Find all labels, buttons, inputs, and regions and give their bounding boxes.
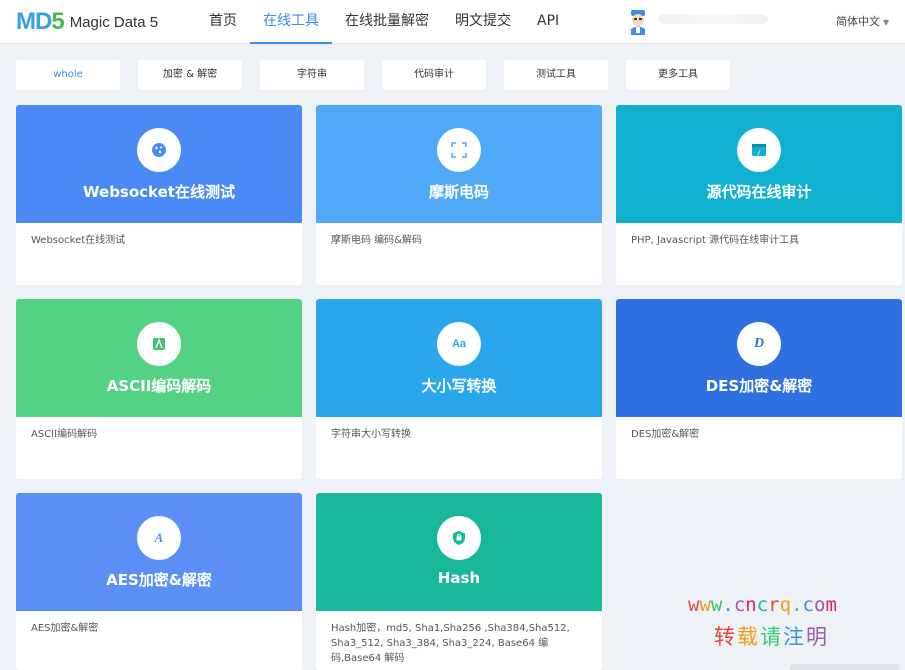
- tool-card-des[interactable]: D DES加密&解密 DES加密&解密: [616, 299, 902, 479]
- scan-icon: [437, 128, 481, 172]
- des-icon: D: [737, 322, 781, 366]
- logo-mark: MD5: [16, 8, 65, 35]
- filter-whole[interactable]: whole: [16, 60, 120, 90]
- watermark-char: w: [710, 594, 723, 616]
- filter-string[interactable]: 字符串: [260, 60, 364, 90]
- card-header: A AES加密&解密: [16, 493, 302, 611]
- tool-card-morse[interactable]: 摩斯电码 摩斯电码 编码&解码: [316, 105, 602, 285]
- watermark-char: c: [756, 594, 769, 616]
- tool-card-aes[interactable]: A AES加密&解密 AES加密&解密: [16, 493, 302, 670]
- shield-icon: [437, 516, 481, 560]
- watermark-char: w: [699, 594, 711, 616]
- nav-plaintext-submit[interactable]: 明文提交: [442, 0, 524, 44]
- username-redacted: [658, 14, 768, 24]
- card-header: Hash: [316, 493, 602, 611]
- filter-more-tools[interactable]: 更多工具: [626, 60, 730, 90]
- filter-test-tools[interactable]: 测试工具: [504, 60, 608, 90]
- filter-code-audit[interactable]: 代码审计: [382, 60, 486, 90]
- tool-card-hash[interactable]: Hash Hash加密，md5, Sha1,Sha256 ,Sha384,Sha…: [316, 493, 602, 670]
- card-header: 摩斯电码: [316, 105, 602, 223]
- watermark-char: c: [802, 594, 814, 616]
- card-description: PHP, Javascript 源代码在线审计工具: [631, 235, 800, 246]
- watermark-char: 载: [737, 625, 760, 649]
- card-description: Websocket在线测试: [31, 235, 126, 246]
- card-description: AES加密&解密: [31, 623, 99, 634]
- nav-api[interactable]: API: [524, 0, 572, 44]
- watermark-char: r: [768, 594, 780, 616]
- logo-text: Magic Data 5: [69, 13, 159, 31]
- card-header: Websocket在线测试: [16, 105, 302, 223]
- card-description: 字符串大小写转换: [331, 429, 411, 440]
- watermark-char: .: [722, 594, 734, 616]
- tool-card-case-convert[interactable]: Aa 大小写转换 字符串大小写转换: [316, 299, 602, 479]
- card-title: 源代码在线审计: [706, 183, 812, 201]
- card-title: DES加密&解密: [705, 377, 813, 395]
- tool-card-ascii[interactable]: ASCII编码解码 ASCII编码解码: [16, 299, 302, 479]
- bottom-blurred-text: [790, 664, 900, 670]
- watermark-char: m: [825, 594, 837, 616]
- card-description: ASCII编码解码: [31, 429, 98, 440]
- nav-online-tools[interactable]: 在线工具: [250, 0, 332, 44]
- language-selector[interactable]: 简体中文 ▼: [836, 13, 889, 29]
- caret-down-icon: ▼: [883, 18, 890, 27]
- watermark-char: w: [688, 594, 700, 616]
- card-description: 摩斯电码 编码&解码: [331, 235, 422, 246]
- watermark-char: .: [791, 594, 803, 616]
- card-header: Aa 大小写转换: [316, 299, 602, 417]
- cookie-icon: [137, 128, 181, 172]
- tool-card-source-audit[interactable]: / 源代码在线审计 PHP, Javascript 源代码在线审计工具: [616, 105, 902, 285]
- card-description: Hash加密，md5, Sha1,Sha256 ,Sha384,Sha512, …: [331, 623, 570, 664]
- watermark-char: 转: [714, 625, 737, 649]
- svg-text:/: /: [757, 150, 761, 157]
- watermark-char: 请: [760, 625, 783, 649]
- watermark-char: o: [813, 594, 826, 616]
- card-title: 摩斯电码: [428, 183, 489, 201]
- card-header: D DES加密&解密: [616, 299, 902, 417]
- card-title: Hash: [437, 569, 481, 587]
- filter-encrypt-decrypt[interactable]: 加密 & 解密: [138, 60, 242, 90]
- card-title: ASCII编码解码: [106, 377, 212, 395]
- aes-icon: A: [137, 516, 181, 560]
- card-header: / 源代码在线审计: [616, 105, 902, 223]
- ascii-icon: [137, 322, 181, 366]
- watermark-char: c: [733, 594, 746, 616]
- watermark-char: q: [779, 594, 792, 616]
- nav-home[interactable]: 首页: [196, 0, 250, 44]
- site-logo[interactable]: MD5 Magic Data 5: [16, 8, 158, 36]
- card-header: ASCII编码解码: [16, 299, 302, 417]
- top-navigation-bar: MD5 Magic Data 5 首页 在线工具 在线批量解密 明文提交 API…: [0, 0, 905, 44]
- watermark-char: 明: [806, 625, 829, 649]
- nav-batch-decrypt[interactable]: 在线批量解密: [332, 0, 442, 44]
- language-label: 简体中文: [836, 15, 880, 28]
- tool-card-websocket[interactable]: Websocket在线测试 Websocket在线测试: [16, 105, 302, 285]
- main-nav: 首页 在线工具 在线批量解密 明文提交 API: [196, 0, 572, 44]
- user-avatar[interactable]: [628, 8, 648, 36]
- card-title: Websocket在线测试: [83, 183, 235, 201]
- case-icon: Aa: [437, 322, 481, 366]
- card-title: AES加密&解密: [106, 571, 212, 589]
- code-window-icon: /: [737, 128, 781, 172]
- watermark-url: www.cncrq.com: [688, 594, 837, 616]
- watermark-char: 注: [783, 625, 806, 649]
- watermark-char: n: [745, 594, 757, 616]
- card-title: 大小写转换: [421, 377, 497, 395]
- watermark-notice: 转载请注明: [714, 621, 829, 651]
- card-description: DES加密&解密: [631, 429, 700, 440]
